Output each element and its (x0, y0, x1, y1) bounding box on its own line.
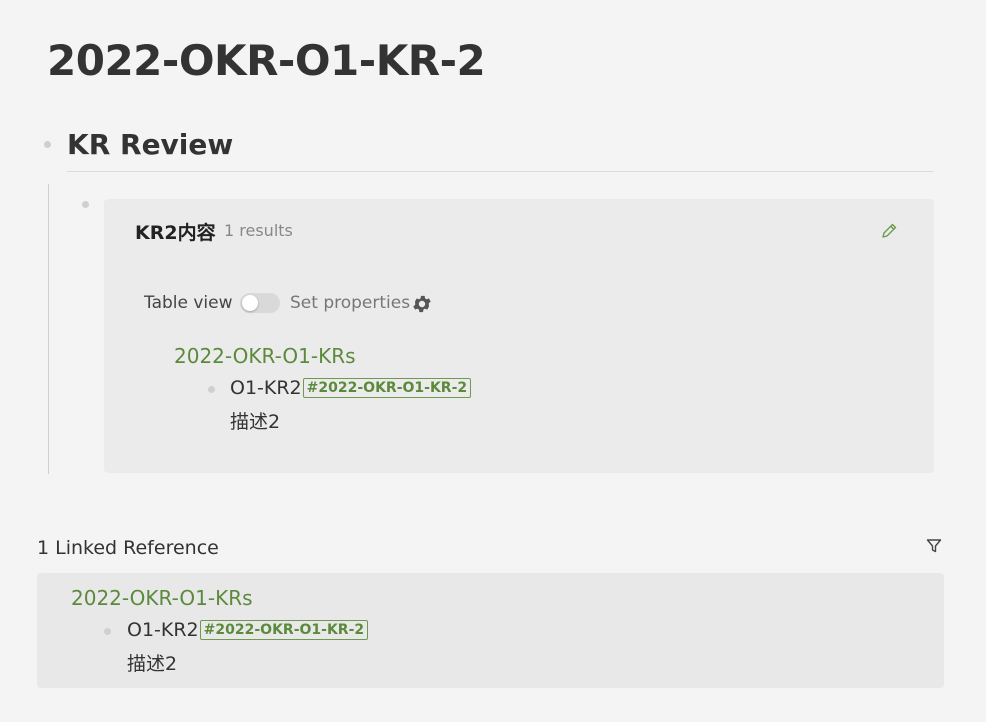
linked-reference-panel: 2022-OKR-O1-KRs O1-KR2 #2022-OKR-O1-KR-2 … (37, 573, 944, 688)
query-results-panel: KR2内容 1 results Table view Set propertie… (104, 199, 934, 473)
kr-review-heading[interactable]: KR Review (67, 128, 233, 161)
table-view-label: Table view (144, 293, 233, 313)
ref-item-tag[interactable]: #2022-OKR-O1-KR-2 (199, 620, 369, 640)
query-result-count: 1 results (224, 221, 293, 240)
query-block-bullet[interactable] (82, 201, 89, 208)
block-thread-line (48, 184, 49, 474)
query-group-page-link[interactable]: 2022-OKR-O1-KRs (174, 344, 356, 368)
toggle-knob (242, 295, 258, 311)
query-item-bullet[interactable] (208, 386, 215, 393)
heading-divider (67, 171, 934, 172)
query-item-tag[interactable]: #2022-OKR-O1-KR-2 (302, 378, 472, 398)
block-bullet[interactable] (44, 141, 51, 148)
query-title[interactable]: KR2内容 (135, 218, 216, 245)
table-view-toggle[interactable] (240, 293, 280, 313)
ref-item-description[interactable]: 描述2 (127, 649, 177, 676)
gear-icon[interactable] (411, 293, 433, 315)
set-properties-button[interactable]: Set properties (290, 293, 410, 313)
query-item-description[interactable]: 描述2 (230, 407, 280, 434)
ref-group-page-link[interactable]: 2022-OKR-O1-KRs (71, 586, 253, 610)
filter-icon[interactable] (925, 537, 943, 555)
ref-item-bullet[interactable] (104, 628, 111, 635)
query-item-text[interactable]: O1-KR2 #2022-OKR-O1-KR-2 (230, 377, 472, 399)
pencil-icon[interactable] (879, 221, 899, 241)
linked-references-title[interactable]: 1 Linked Reference (37, 537, 219, 559)
query-item-label[interactable]: O1-KR2 (230, 377, 302, 399)
ref-item-label[interactable]: O1-KR2 (127, 619, 199, 641)
page-title[interactable]: 2022-OKR-O1-KR-2 (47, 36, 486, 85)
ref-item-text[interactable]: O1-KR2 #2022-OKR-O1-KR-2 (127, 619, 369, 641)
